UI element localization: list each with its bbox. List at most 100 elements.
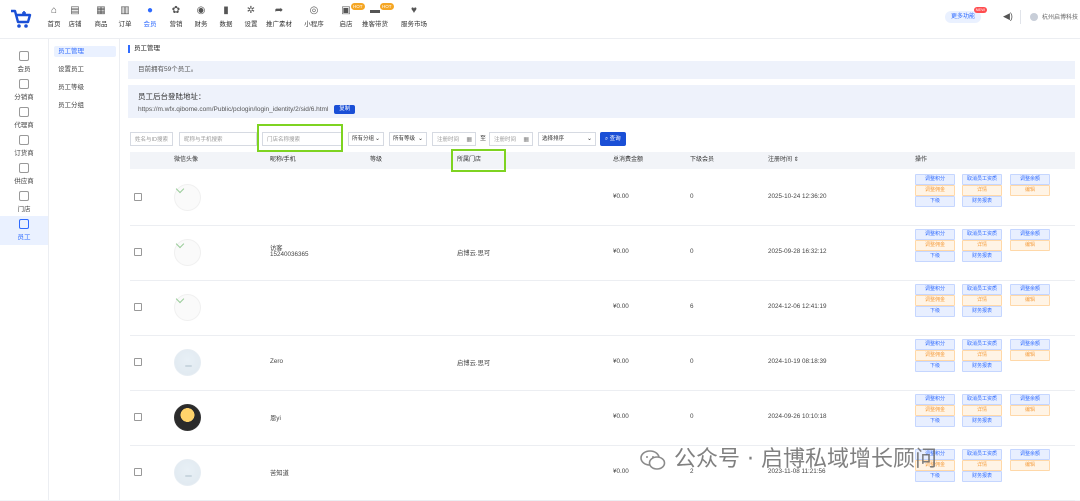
total-spend: ¥0.00 [613, 303, 629, 310]
goods-icon: ▦ [96, 5, 106, 16]
op-button[interactable]: 调整积分 [915, 284, 955, 295]
left-nav-item-1[interactable]: 分销商 [0, 79, 48, 101]
query-button[interactable]: ⌕ 查询 [600, 132, 626, 146]
op-button[interactable]: 财务报表 [962, 306, 1002, 317]
avatar [174, 184, 201, 211]
op-button[interactable]: 调整余额 [1010, 339, 1050, 350]
op-button[interactable]: 调整积分 [915, 339, 955, 350]
column-header: 昵称/手机 [270, 157, 296, 163]
query-button-label: 查询 [609, 136, 621, 142]
sub-nav: 员工管理设置员工员工等级员工分组 [49, 39, 120, 500]
more-functions-label: 更多功能 [951, 14, 976, 20]
nav-label: 订单 [118, 21, 132, 28]
left-nav-item-3[interactable]: 订货商 [0, 135, 48, 157]
sub-nav-item-3[interactable]: 员工分组 [54, 100, 116, 111]
op-button[interactable]: 详情 [962, 295, 1002, 306]
supplier-icon [19, 163, 29, 173]
end-date-input[interactable]: 注册时间 ▦ [489, 132, 533, 146]
sub-nav-item-2[interactable]: 员工等级 [54, 82, 116, 93]
op-button[interactable]: 财务报表 [962, 196, 1002, 207]
start-date-input[interactable]: 注册时间 ▦ [432, 132, 476, 146]
op-button[interactable]: 取消员工资质 [962, 339, 1002, 350]
user-name: 杭州启博科技 [1042, 15, 1079, 21]
op-button[interactable]: 取消员工资质 [962, 174, 1002, 185]
op-button[interactable]: 取消员工资质 [962, 394, 1002, 405]
op-button[interactable]: 编辑 [1010, 240, 1050, 251]
sub-member-count: 0 [690, 413, 694, 420]
op-button[interactable]: 调整余额 [1010, 284, 1050, 295]
op-button[interactable]: 编辑 [1010, 295, 1050, 306]
op-button[interactable]: 详情 [962, 460, 1002, 471]
op-button[interactable]: 调整佣金 [915, 405, 955, 416]
op-button[interactable]: 下级 [915, 306, 955, 317]
page-title: 员工管理 [128, 45, 160, 53]
left-nav-item-6[interactable]: 员工 [0, 216, 48, 245]
left-nav-item-4[interactable]: 供应商 [0, 163, 48, 185]
column-header: 微信头像 [174, 157, 199, 163]
op-button[interactable]: 编辑 [1010, 185, 1050, 196]
member-nickname: 苦知道 [270, 470, 289, 477]
order-icon: ▥ [120, 5, 130, 16]
op-button[interactable]: 详情 [962, 185, 1002, 196]
left-nav-label: 员工 [17, 234, 31, 241]
op-button[interactable]: 财务报表 [962, 251, 1002, 262]
row-checkbox[interactable] [134, 413, 142, 421]
nav-item-12[interactable]: ▬ 推客带货 HOT [358, 3, 394, 28]
op-button[interactable]: 编辑 [1010, 405, 1050, 416]
op-button[interactable]: 详情 [962, 350, 1002, 361]
op-button[interactable]: 编辑 [1010, 350, 1050, 361]
op-button[interactable]: 调整佣金 [915, 295, 955, 306]
brand-logo[interactable] [9, 7, 33, 31]
sub-nav-item-1[interactable]: 设置员工 [54, 64, 116, 75]
op-button[interactable]: 下级 [915, 416, 955, 427]
left-nav-item-0[interactable]: 会员 [0, 51, 48, 73]
op-button[interactable]: 调整余额 [1010, 174, 1050, 185]
op-button[interactable]: 编辑 [1010, 460, 1050, 471]
total-spend: ¥0.00 [613, 468, 629, 475]
op-button[interactable]: 详情 [962, 405, 1002, 416]
speaker-icon[interactable]: ◀) [1003, 11, 1013, 22]
op-button[interactable]: 下级 [915, 251, 955, 262]
more-functions-button[interactable]: 更多功能 NEW [945, 7, 988, 23]
level-select-value: 所有等级 [393, 136, 416, 142]
op-button[interactable]: 下级 [915, 361, 955, 372]
nav-item-10[interactable]: ◎ 小程序 [297, 5, 331, 28]
row-checkbox[interactable] [134, 358, 142, 366]
op-button[interactable]: 调整积分 [915, 229, 955, 240]
op-button[interactable]: 取消员工资质 [962, 284, 1002, 295]
row-checkbox[interactable] [134, 193, 142, 201]
op-button[interactable]: 调整积分 [915, 174, 955, 185]
op-button[interactable]: 下级 [915, 196, 955, 207]
op-button[interactable]: 调整佣金 [915, 240, 955, 251]
op-button[interactable]: 调整佣金 [915, 350, 955, 361]
left-nav-item-5[interactable]: 门店 [0, 191, 48, 213]
op-button[interactable]: 详情 [962, 240, 1002, 251]
op-button[interactable]: 调整积分 [915, 394, 955, 405]
op-button[interactable]: 财务报表 [962, 416, 1002, 427]
op-button[interactable]: 调整佣金 [915, 185, 955, 196]
op-button[interactable]: 调整余额 [1010, 449, 1050, 460]
copy-button[interactable]: 复制 [334, 105, 356, 114]
row-checkbox[interactable] [134, 468, 142, 476]
level-select[interactable]: 所有等级 ⌄ [389, 132, 427, 146]
divider [1020, 10, 1021, 24]
sub-nav-item-0[interactable]: 员工管理 [54, 46, 116, 57]
nav-item-13[interactable]: ♥ 服务市场 [397, 5, 431, 28]
op-button[interactable]: 财务报表 [962, 361, 1002, 372]
op-button[interactable]: 取消员工资质 [962, 449, 1002, 460]
user-menu[interactable]: 杭州启博科技 [1030, 12, 1079, 22]
column-header-sortable[interactable]: 注册时间 ⇕ [768, 152, 799, 169]
nickname-search-input[interactable]: 昵称与手机搜索 [179, 132, 257, 146]
group-select[interactable]: 所有分组 ⌄ [348, 132, 384, 146]
row-checkbox[interactable] [134, 303, 142, 311]
left-nav-label: 代理商 [14, 122, 34, 129]
id-search-input[interactable]: 姓名与ID搜索 [130, 132, 173, 146]
op-button[interactable]: 取消员工资质 [962, 229, 1002, 240]
nav-item-9[interactable]: ➦ 推广素材 [262, 5, 296, 28]
sort-select[interactable]: 选择排序 ⌄ [538, 132, 596, 146]
op-button[interactable]: 调整余额 [1010, 394, 1050, 405]
row-checkbox[interactable] [134, 248, 142, 256]
op-button[interactable]: 财务报表 [962, 471, 1002, 482]
op-button[interactable]: 调整余额 [1010, 229, 1050, 240]
left-nav-item-2[interactable]: 代理商 [0, 107, 48, 129]
